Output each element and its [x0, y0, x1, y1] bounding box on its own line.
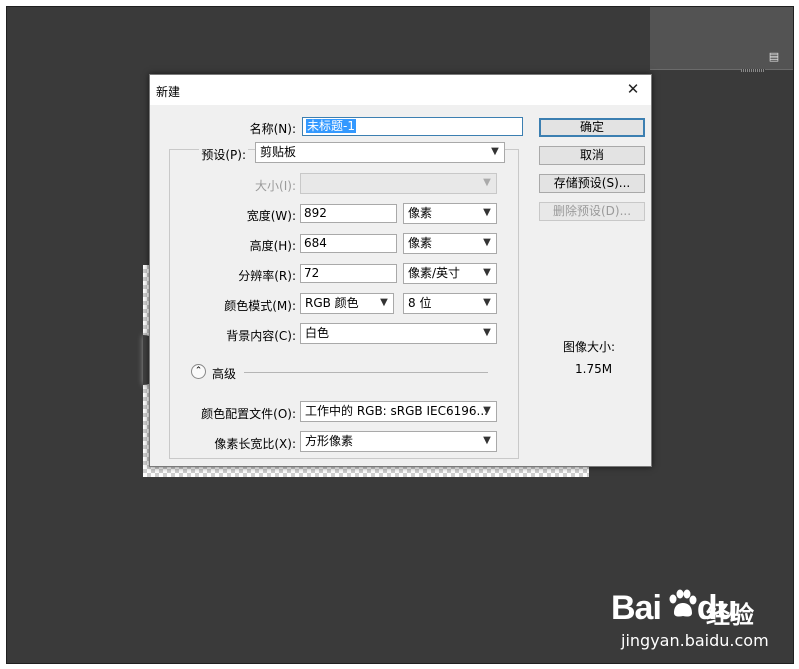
preset-label: 预设(P):: [199, 146, 248, 163]
width-unit-dropdown[interactable]: 像素 ▼: [403, 203, 497, 224]
advanced-toggle-button[interactable]: ⌃: [191, 364, 206, 379]
chevron-down-icon: ▼: [483, 297, 491, 308]
save-preset-button[interactable]: 存储预设(S)...: [539, 174, 645, 193]
panel-resize-grip[interactable]: [741, 69, 765, 72]
size-label: 大小(I):: [255, 179, 296, 193]
chevron-down-icon: ▼: [483, 207, 491, 218]
side-panel: ▤: [650, 7, 793, 70]
size-dropdown: ▼: [300, 173, 497, 194]
bit-depth-dropdown[interactable]: 8 位 ▼: [403, 293, 497, 314]
width-label: 宽度(W):: [246, 209, 296, 223]
panel-menu-icon[interactable]: ▤: [767, 51, 781, 63]
resolution-unit-value: 像素/英寸: [408, 266, 461, 280]
cancel-button[interactable]: 取消: [539, 146, 645, 165]
image-size-value: 1.75M: [575, 362, 613, 376]
close-icon[interactable]: ✕: [625, 80, 641, 98]
watermark-url: jingyan.baidu.com: [621, 631, 769, 650]
chevron-down-icon: ▼: [483, 327, 491, 338]
watermark-product: 经验: [706, 601, 754, 629]
delete-preset-button: 删除预设(D)...: [539, 202, 645, 221]
width-unit-value: 像素: [408, 206, 433, 220]
preset-value: 剪贴板: [260, 145, 297, 159]
color-mode-label: 颜色模式(M):: [224, 299, 296, 313]
color-profile-value: 工作中的 RGB: sRGB IEC6196...: [305, 404, 488, 418]
advanced-label[interactable]: 高级: [212, 365, 236, 382]
color-profile-label: 颜色配置文件(O):: [201, 407, 296, 421]
pixel-aspect-label: 像素长宽比(X):: [214, 437, 296, 451]
dialog-titlebar[interactable]: 新建 ✕: [150, 75, 651, 105]
chevron-down-icon: ▼: [483, 267, 491, 278]
background-label: 背景内容(C):: [226, 329, 296, 343]
preset-dropdown[interactable]: 剪贴板 ▼: [255, 142, 505, 163]
chevron-down-icon: ▼: [483, 237, 491, 248]
ok-button[interactable]: 确定: [539, 118, 645, 137]
color-mode-dropdown[interactable]: RGB 颜色 ▼: [300, 293, 394, 314]
image-size-title: 图像大小:: [563, 340, 616, 354]
height-label: 高度(H):: [249, 239, 296, 253]
resolution-unit-dropdown[interactable]: 像素/英寸 ▼: [403, 263, 497, 284]
chevron-down-icon: ▼: [483, 435, 491, 446]
bit-depth-value: 8 位: [408, 296, 432, 310]
chevron-down-icon: ▼: [483, 177, 491, 188]
height-value: 684: [304, 236, 327, 250]
chevron-down-icon: ▼: [483, 405, 491, 416]
width-input[interactable]: 892: [300, 204, 397, 223]
resolution-label: 分辨率(R):: [238, 269, 296, 283]
height-unit-dropdown[interactable]: 像素 ▼: [403, 233, 497, 254]
name-input[interactable]: 未标题-1: [302, 117, 523, 136]
chevron-down-icon: ▼: [491, 146, 499, 157]
name-label: 名称(N):: [249, 122, 296, 136]
pixel-aspect-value: 方形像素: [305, 434, 354, 448]
background-value: 白色: [305, 326, 330, 340]
color-profile-dropdown[interactable]: 工作中的 RGB: sRGB IEC6196... ▼: [300, 401, 497, 422]
new-document-dialog: 新建 ✕ 名称(N): 未标题-1 预设(P): 剪贴板 ▼ 大小(I): ▼ …: [149, 74, 652, 467]
width-value: 892: [304, 206, 327, 220]
resolution-value: 72: [304, 266, 320, 280]
paw-icon: [669, 589, 697, 617]
height-input[interactable]: 684: [300, 234, 397, 253]
background-dropdown[interactable]: 白色 ▼: [300, 323, 497, 344]
name-value: 未标题-1: [306, 119, 356, 133]
height-unit-value: 像素: [408, 236, 433, 250]
pixel-aspect-dropdown[interactable]: 方形像素 ▼: [300, 431, 497, 452]
resolution-input[interactable]: 72: [300, 264, 397, 283]
chevron-down-icon: ▼: [380, 297, 388, 308]
dialog-title: 新建: [156, 85, 181, 99]
color-mode-value: RGB 颜色: [305, 296, 359, 310]
baidu-watermark: Bai du 经验 jingyan.baidu.com: [611, 587, 781, 657]
advanced-divider: [244, 372, 488, 373]
